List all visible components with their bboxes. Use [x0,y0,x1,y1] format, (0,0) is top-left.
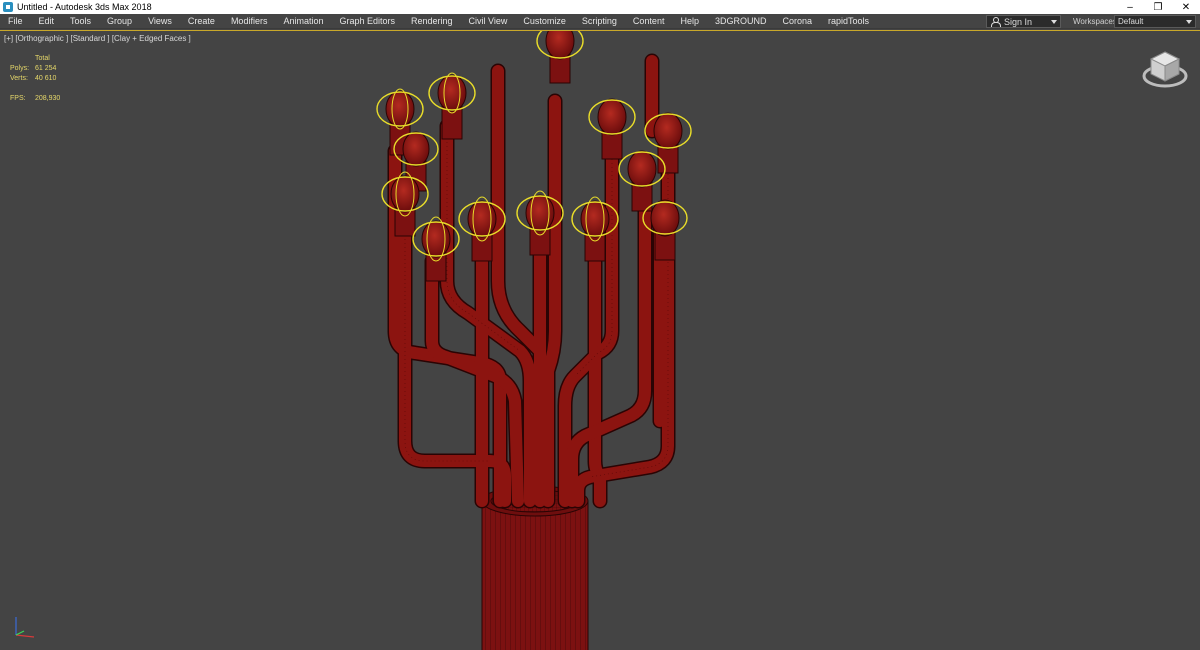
menu-tools[interactable]: Tools [62,16,99,26]
scene-mesh[interactable] [0,31,1200,650]
menu-graph-editors[interactable]: Graph Editors [331,16,403,26]
stats-verts-value: 40 610 [35,75,57,82]
menu-rapidtools[interactable]: rapidTools [820,16,877,26]
menu-modifiers[interactable]: Modifiers [223,16,276,26]
menu-3dground[interactable]: 3DGROUND [707,16,775,26]
menu-create[interactable]: Create [180,16,223,26]
close-button[interactable]: ✕ [1172,0,1200,14]
stats-verts-row: Verts: 40 610 [10,74,60,84]
stats-fps-label: FPS: [10,95,26,102]
workspaces-select[interactable]: Default [1114,15,1196,28]
window-controls: – ❐ ✕ [1116,0,1200,14]
workspaces-label: Workspaces: [1073,17,1120,26]
chevron-down-icon [1051,20,1057,24]
menu-file[interactable]: File [0,16,31,26]
3dsmax-app-icon [3,2,13,12]
axis-tripod-icon [15,617,35,638]
sign-in-label: Sign In [1004,16,1033,27]
viewcube-icon[interactable] [1141,46,1189,94]
workspace-value: Default [1118,17,1144,26]
menu-group[interactable]: Group [99,16,140,26]
stats-fps-row: FPS: 208,930 [10,94,60,104]
perspective-viewport[interactable]: [+] [Orthographic ] [Standard ] [Clay + … [0,30,1200,650]
menu-views[interactable]: Views [140,16,180,26]
chevron-down-icon [1186,20,1192,24]
menu-customize[interactable]: Customize [515,16,574,26]
menu-civil-view[interactable]: Civil View [461,16,516,26]
stats-fps-value: 208,930 [35,95,61,102]
stats-polys-label: Polys: [10,65,30,72]
stats-polys-value: 61 254 [35,65,57,72]
menu-bar: File Edit Tools Group Views Create Modif… [0,14,1200,29]
menu-help[interactable]: Help [672,16,707,26]
menu-corona[interactable]: Corona [774,16,820,26]
stats-polys-row: Polys: 61 254 [10,64,60,74]
menu-scripting[interactable]: Scripting [574,16,625,26]
viewport-label[interactable]: [+] [Orthographic ] [Standard ] [Clay + … [4,34,191,43]
stats-verts-label: Verts: [10,75,28,82]
title-bar: Untitled - Autodesk 3ds Max 2018 – ❐ ✕ [0,0,1200,14]
restore-button[interactable]: ❐ [1144,0,1172,14]
minimize-button[interactable]: – [1116,0,1144,14]
menu-animation[interactable]: Animation [275,16,331,26]
menu-rendering[interactable]: Rendering [403,16,461,26]
viewport-statistics: Total Polys: 61 254 Verts: 40 610 FPS: 2… [10,54,60,104]
window-title: Untitled - Autodesk 3ds Max 2018 [17,2,152,12]
menu-edit[interactable]: Edit [31,16,63,26]
menu-content[interactable]: Content [625,16,673,26]
sign-in-dropdown[interactable]: Sign In [986,15,1061,28]
user-icon [991,17,1001,27]
stats-total-label: Total [35,55,50,62]
